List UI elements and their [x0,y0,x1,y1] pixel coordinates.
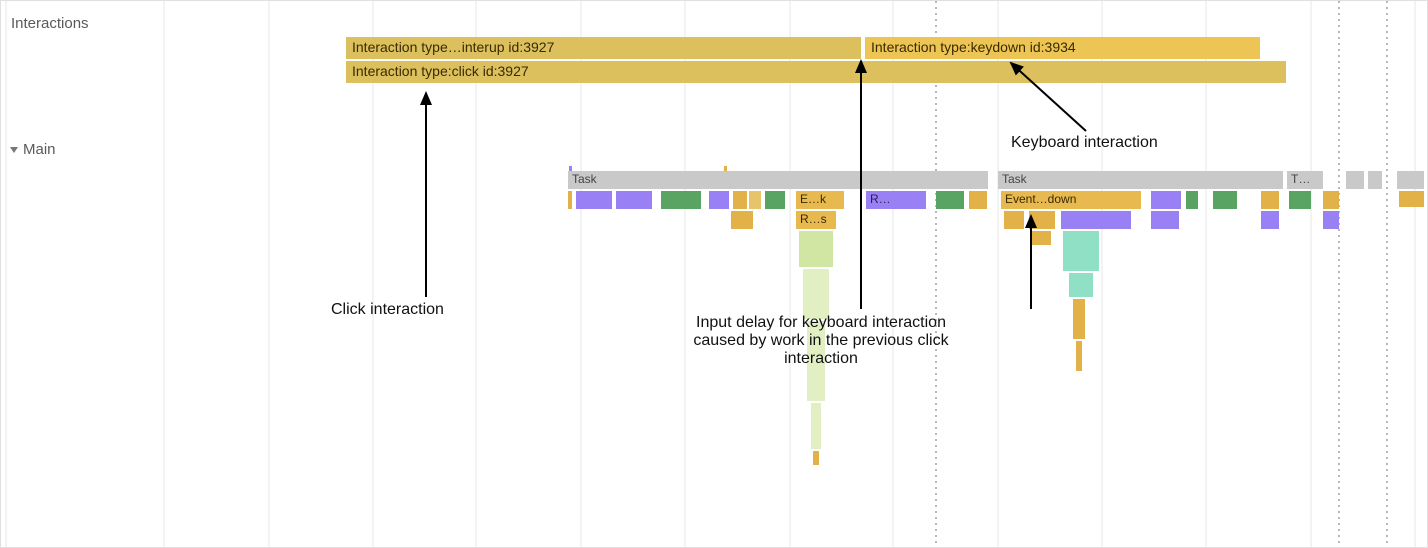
label-text: Interactions [11,15,89,32]
interaction-pointerup-bar[interactable]: Interaction type…interup id:3927 [346,37,861,59]
flame-bar[interactable] [1399,191,1424,207]
bar-label: Interaction type:click id:3927 [352,63,529,79]
flame-bar[interactable] [1004,211,1024,229]
task-bar-3[interactable]: T… [1287,171,1323,189]
bar-label: E…k [800,192,826,206]
task-bar-small[interactable] [1368,171,1382,189]
flame-bar[interactable] [1186,191,1198,209]
interactions-track-label[interactable]: Interactions [11,15,89,32]
flame-bar[interactable] [811,403,821,449]
flame-bar[interactable] [1151,191,1181,209]
annotation-click: Click interaction [331,301,444,319]
flame-bar[interactable] [616,191,652,209]
flame-bar[interactable] [568,191,572,209]
event-ek-bar[interactable]: E…k [796,191,844,209]
flame-bar[interactable] [799,231,833,267]
task-bar-small[interactable] [1346,171,1364,189]
flame-bar[interactable] [709,191,729,209]
timeline-grid [1,1,1428,548]
flame-bar[interactable] [1151,211,1179,229]
flame-bar[interactable] [1076,341,1082,371]
flame-bar[interactable] [1029,211,1055,229]
bar-label: Interaction type…interup id:3927 [352,39,554,55]
label-text: Main [23,141,56,158]
flame-bar[interactable] [733,191,747,209]
task-bar-1[interactable]: Task [568,171,988,189]
disclosure-triangle-icon[interactable] [10,147,18,153]
performance-panel: Interactions Main Interaction type…inter… [0,0,1428,548]
interaction-click-bar[interactable]: Interaction type:click id:3927 [346,61,1286,83]
flame-bar[interactable] [661,191,701,209]
bar-label: Interaction type:keydown id:3934 [871,39,1076,55]
bar-label: T… [1291,172,1310,186]
flame-bar[interactable] [1073,299,1085,339]
flame-bar[interactable] [1261,191,1279,209]
flame-bar[interactable] [1323,211,1339,229]
bar-label: Task [1002,172,1027,186]
flame-bar[interactable] [1069,273,1093,297]
bar-label: Task [572,172,597,186]
flame-bar[interactable] [576,191,612,209]
flame-bar[interactable] [1261,211,1279,229]
flame-bar[interactable] [803,269,829,319]
bar-label: Event…down [1005,192,1076,206]
flame-bar[interactable] [813,451,819,465]
flame-bar[interactable] [765,191,785,209]
flame-bar[interactable] [1213,191,1237,209]
event-r-bar[interactable]: R… [866,191,926,209]
bar-label: R… [870,192,891,206]
task-bar-small[interactable] [1397,171,1424,189]
flame-bar[interactable] [969,191,987,209]
flame-bar[interactable] [936,191,964,209]
bar-label: R…s [800,212,827,226]
flame-bar[interactable] [1061,211,1131,229]
annotation-delay: Input delay for keyboard interaction cau… [671,314,971,368]
event-rs-bar[interactable]: R…s [796,211,836,229]
flame-bar[interactable] [1323,191,1339,209]
main-track-label[interactable]: Main [11,141,56,158]
flame-bar[interactable] [749,191,761,209]
flame-bar[interactable] [1063,231,1099,271]
annotation-keyboard: Keyboard interaction [1011,134,1158,152]
interaction-keydown-bar[interactable]: Interaction type:keydown id:3934 [865,37,1260,59]
flame-bar[interactable] [731,211,753,229]
flame-bar[interactable] [1289,191,1311,209]
task-bar-2[interactable]: Task [998,171,1283,189]
flame-bar[interactable] [1031,231,1051,245]
event-down-bar[interactable]: Event…down [1001,191,1141,209]
